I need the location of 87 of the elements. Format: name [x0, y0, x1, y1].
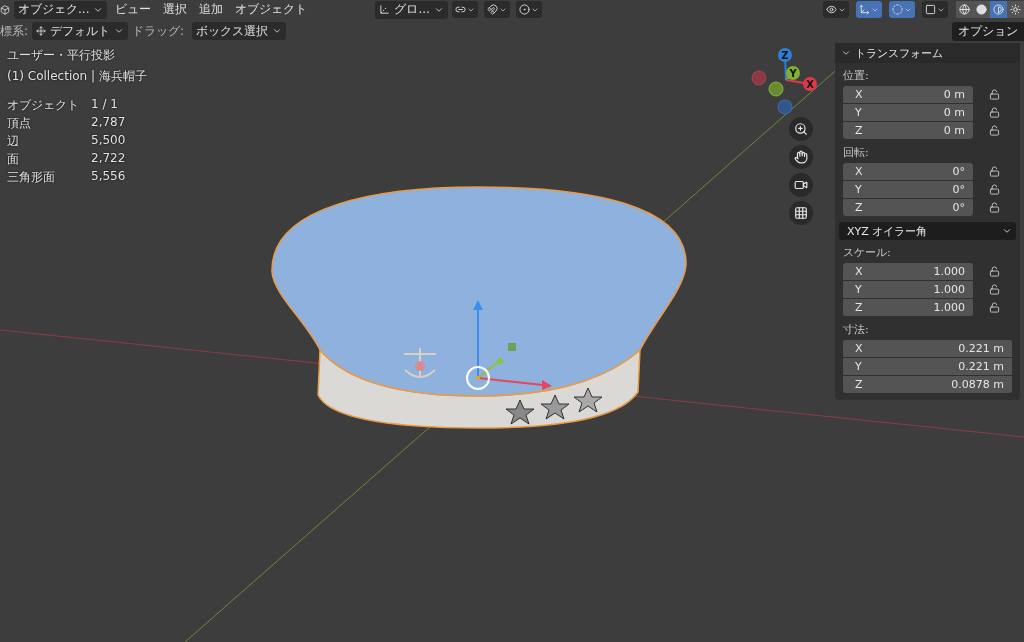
- wireframe-shading-button[interactable]: [956, 1, 973, 18]
- stat-label: オブジェクト: [7, 97, 80, 114]
- eye-icon: [826, 4, 837, 15]
- axis-label: X: [806, 78, 814, 90]
- stat-value: 2,722: [91, 151, 127, 167]
- axes-icon: [859, 4, 870, 15]
- number-field[interactable]: X 0 m: [843, 86, 973, 103]
- number-field[interactable]: Y 0 m: [843, 104, 973, 121]
- unlocked-lock-icon[interactable]: [989, 202, 1000, 213]
- number-field[interactable]: Y 0°: [843, 181, 973, 198]
- drag-label: ドラッグ:: [132, 22, 185, 40]
- magnet-icon: [486, 4, 498, 15]
- stat-value: 5,556: [91, 169, 127, 185]
- cube-icon[interactable]: [0, 4, 10, 15]
- axes-icon: [379, 4, 391, 15]
- section-label: スケール:: [843, 245, 892, 260]
- stat-value: 2,787: [91, 115, 127, 131]
- unlocked-lock-icon[interactable]: [989, 302, 1000, 313]
- proportional-toggle[interactable]: [515, 1, 542, 18]
- navigation-gizmo[interactable]: Z Y X: [751, 48, 817, 115]
- unlocked-lock-icon[interactable]: [989, 89, 1000, 100]
- unlocked-lock-icon[interactable]: [989, 125, 1000, 136]
- chevron-down-icon: [272, 26, 283, 36]
- rotation-mode-dropdown[interactable]: XYZ オイラー角: [839, 222, 1016, 240]
- orientation-dropdown[interactable]: デフォルト: [32, 22, 129, 40]
- options-button[interactable]: オプション: [952, 21, 1024, 41]
- stat-label: 辺: [7, 133, 20, 150]
- number-field[interactable]: Y 1.000: [843, 281, 973, 298]
- axis-label: Z: [781, 49, 789, 61]
- unlocked-lock-icon[interactable]: [989, 266, 1000, 277]
- section-label: 位置:: [843, 68, 870, 83]
- half-circle-icon: [993, 4, 1004, 15]
- sun-icon: [1010, 4, 1021, 15]
- unlocked-lock-icon[interactable]: [989, 107, 1000, 118]
- chevron-down-icon: [1002, 226, 1012, 236]
- pivot-toggle[interactable]: [451, 1, 478, 18]
- drag-dropdown[interactable]: ボックス選択: [192, 22, 287, 40]
- menu-item[interactable]: ビュー: [111, 1, 156, 18]
- xray-toggle[interactable]: [922, 1, 948, 18]
- section-label: 寸法:: [843, 322, 870, 337]
- grid-icon[interactable]: [789, 201, 813, 225]
- orientation-dropdown[interactable]: グロ...: [375, 0, 448, 19]
- unlocked-lock-icon[interactable]: [989, 284, 1000, 295]
- material-shading-button[interactable]: [990, 1, 1007, 18]
- globe-icon: [959, 4, 970, 15]
- camera-icon[interactable]: [789, 173, 813, 197]
- rendered-shading-button[interactable]: [1007, 1, 1024, 18]
- menu-item[interactable]: オブジェクト: [231, 1, 312, 18]
- stat-value: 5,500: [91, 133, 127, 149]
- view-name: ユーザー・平行投影: [7, 47, 116, 64]
- overlays-toggle[interactable]: [889, 1, 915, 18]
- square-icon: [925, 4, 936, 15]
- stat-label: 面: [7, 151, 20, 168]
- dashed-circle-icon: [892, 4, 903, 15]
- unlocked-lock-icon[interactable]: [989, 184, 1000, 195]
- number-field[interactable]: X 0°: [843, 163, 973, 180]
- number-field[interactable]: X 1.000: [843, 263, 973, 280]
- solid-shading-button[interactable]: [973, 1, 990, 18]
- number-field[interactable]: Y 0.221 m: [843, 358, 1012, 375]
- axis-label: Y: [789, 67, 797, 79]
- link-icon: [454, 4, 466, 15]
- collection-name: (1) Collection | 海兵帽子: [7, 68, 148, 85]
- stat-value: 1 / 1: [91, 97, 119, 113]
- panel-header[interactable]: トランスフォーム: [835, 43, 1020, 63]
- panel-title: トランスフォーム: [855, 45, 943, 61]
- number-field[interactable]: X 0.221 m: [843, 340, 1012, 357]
- section-label: 回転:: [843, 145, 870, 160]
- sphere-icon: [976, 4, 987, 15]
- menu-item[interactable]: 追加: [195, 1, 228, 18]
- zoom-icon[interactable]: [789, 117, 813, 141]
- hand-icon[interactable]: [789, 145, 813, 169]
- mode-dropdown[interactable]: オブジェク...: [14, 0, 108, 19]
- chevron-down-icon: [114, 26, 125, 36]
- snap-toggle[interactable]: [483, 1, 510, 18]
- visibility-toggle[interactable]: [823, 1, 849, 18]
- unlocked-lock-icon[interactable]: [989, 166, 1000, 177]
- number-field[interactable]: Z 1.000: [843, 299, 973, 316]
- orientation-label: 標系:: [0, 22, 29, 40]
- gizmos-toggle[interactable]: [856, 1, 882, 18]
- menu-item[interactable]: 選択: [159, 1, 192, 18]
- number-field[interactable]: Z 0°: [843, 199, 973, 216]
- stat-label: 三角形面: [7, 169, 56, 186]
- number-field[interactable]: Z 0.0878 m: [843, 376, 1012, 393]
- circle-dot-icon: [518, 4, 530, 15]
- number-field[interactable]: Z 0 m: [843, 122, 973, 139]
- stat-label: 頂点: [7, 115, 32, 132]
- move-icon: [36, 26, 47, 36]
